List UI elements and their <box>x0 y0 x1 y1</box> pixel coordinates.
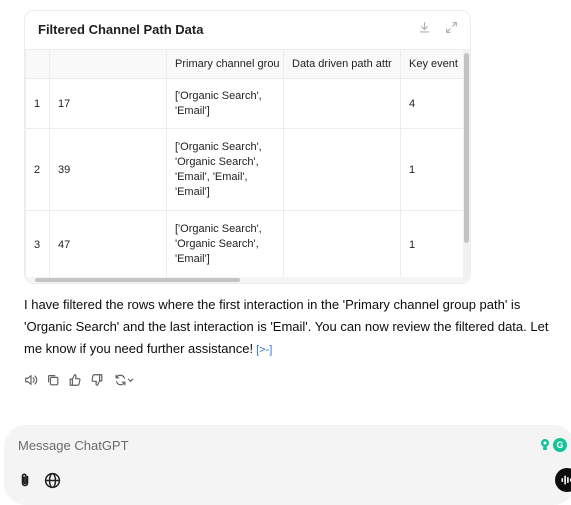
lightbulb-icon[interactable] <box>539 438 551 452</box>
table-header-row: Primary channel grou Data driven path at… <box>25 49 463 79</box>
table-cell[interactable]: 47 <box>49 210 167 277</box>
message-actions <box>24 373 136 387</box>
row-index: 2 <box>25 128 50 211</box>
thumbs-down-icon[interactable] <box>90 373 104 387</box>
table-scroll-area[interactable]: Primary channel grou Data driven path at… <box>25 49 463 277</box>
column-header[interactable] <box>25 49 50 79</box>
column-header[interactable] <box>49 49 167 79</box>
table-row: 3 47 ['Organic Search', 'Organic Search'… <box>25 210 463 277</box>
scrollbar-thumb[interactable] <box>464 53 469 243</box>
table-cell[interactable]: 39 <box>49 128 167 211</box>
scrollbar-thumb[interactable] <box>35 278 240 282</box>
message-input[interactable] <box>18 438 418 453</box>
card-header: Filtered Channel Path Data <box>25 11 470 49</box>
table-cell[interactable]: ['Organic Search', 'Organic Search', 'Em… <box>166 128 284 211</box>
table-cell[interactable]: ['Organic Search', 'Organic Search', 'Em… <box>166 210 284 277</box>
globe-icon[interactable] <box>44 472 61 489</box>
table-cell[interactable] <box>283 128 401 211</box>
message-composer: G <box>4 425 571 505</box>
table-cell[interactable]: 17 <box>49 78 167 129</box>
copy-icon[interactable] <box>46 373 60 387</box>
grammarly-widget[interactable]: G <box>539 438 567 452</box>
download-icon[interactable] <box>418 21 431 34</box>
attach-icon[interactable] <box>17 472 33 488</box>
assistant-message: I have filtered the rows where the first… <box>24 294 570 361</box>
grammarly-badge[interactable]: G <box>553 438 567 452</box>
column-header[interactable]: Primary channel grou <box>166 49 284 79</box>
column-header[interactable]: Key event <box>400 49 463 79</box>
card-title: Filtered Channel Path Data <box>38 22 204 37</box>
card-actions <box>418 21 458 34</box>
table-row: 2 39 ['Organic Search', 'Organic Search'… <box>25 128 463 211</box>
table-cell[interactable]: 1 <box>400 128 463 211</box>
message-text: I have filtered the rows where the first… <box>24 297 549 356</box>
table-cell[interactable]: 1 <box>400 210 463 277</box>
citation-link[interactable]: [>-] <box>256 344 272 356</box>
column-header[interactable]: Data driven path attr <box>283 49 401 79</box>
voice-button[interactable] <box>555 468 571 492</box>
voice-waveform-icon <box>561 475 571 485</box>
table-row: 1 17 ['Organic Search', 'Email'] 4 <box>25 78 463 129</box>
thumbs-up-icon[interactable] <box>68 373 82 387</box>
row-index: 1 <box>25 78 50 129</box>
table-cell[interactable]: ['Organic Search', 'Email'] <box>166 78 284 129</box>
read-aloud-icon[interactable] <box>24 373 38 387</box>
horizontal-scrollbar[interactable] <box>25 277 463 283</box>
table-cell[interactable] <box>283 210 401 277</box>
expand-icon[interactable] <box>445 21 458 34</box>
vertical-scrollbar[interactable] <box>463 49 470 281</box>
data-table-card: Filtered Channel Path Data Primary chann… <box>24 10 471 284</box>
table-cell[interactable]: 4 <box>400 78 463 129</box>
table-cell[interactable] <box>283 78 401 129</box>
regenerate-icon[interactable] <box>112 373 136 387</box>
row-index: 3 <box>25 210 50 277</box>
data-table: Primary channel grou Data driven path at… <box>25 49 463 277</box>
